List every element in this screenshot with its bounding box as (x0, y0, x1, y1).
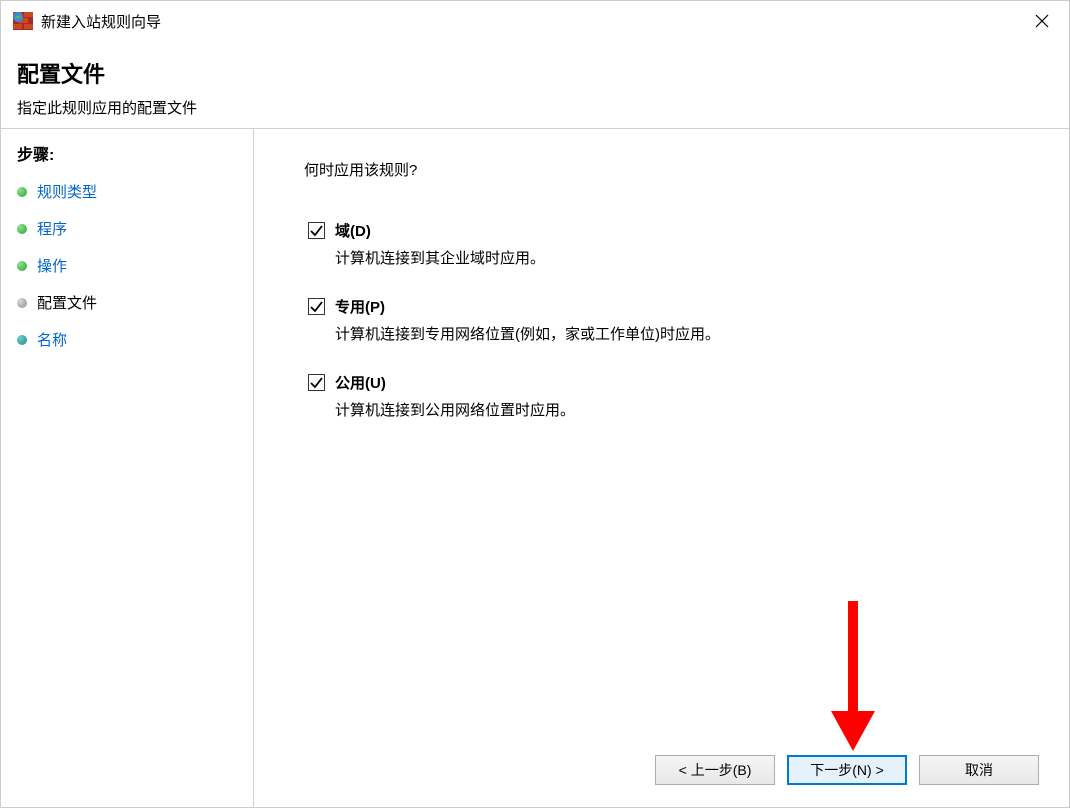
checkbox-row: 公用(U) (308, 372, 1039, 393)
step-action[interactable]: 操作 (1, 247, 253, 284)
checkbox-group-domain: 域(D) 计算机连接到其企业域时应用。 (304, 220, 1039, 268)
sidebar-header: 步骤: (1, 141, 253, 173)
cancel-button[interactable]: 取消 (919, 755, 1039, 785)
checkbox-desc: 计算机连接到其企业域时应用。 (308, 247, 1039, 268)
checkbox-row: 域(D) (308, 220, 1039, 241)
checkbox-private[interactable] (308, 298, 325, 315)
checkbox-desc: 计算机连接到专用网络位置(例如，家或工作单位)时应用。 (308, 323, 1039, 344)
page-title: 配置文件 (17, 57, 1053, 89)
bullet-icon (17, 187, 27, 197)
step-label: 配置文件 (37, 292, 97, 313)
close-icon (1035, 14, 1049, 28)
checkbox-row: 专用(P) (308, 296, 1039, 317)
step-profile[interactable]: 配置文件 (1, 284, 253, 321)
step-program[interactable]: 程序 (1, 210, 253, 247)
checkbox-group-private: 专用(P) 计算机连接到专用网络位置(例如，家或工作单位)时应用。 (304, 296, 1039, 344)
check-icon (310, 376, 323, 389)
step-label: 名称 (37, 329, 67, 350)
prompt-text: 何时应用该规则? (304, 159, 1039, 180)
wizard-window: 新建入站规则向导 配置文件 指定此规则应用的配置文件 步骤: 规则类型 程序 (0, 0, 1070, 808)
header-section: 配置文件 指定此规则应用的配置文件 (1, 41, 1069, 128)
step-name[interactable]: 名称 (1, 321, 253, 358)
button-row: < 上一步(B) 下一步(N) > 取消 (655, 755, 1039, 785)
main-panel: 何时应用该规则? 域(D) 计算机连接到其企业域时应用。 专用(P) (254, 129, 1069, 807)
back-button[interactable]: < 上一步(B) (655, 755, 775, 785)
bullet-icon (17, 261, 27, 271)
step-list: 规则类型 程序 操作 配置文件 名称 (1, 173, 253, 358)
step-rule-type[interactable]: 规则类型 (1, 173, 253, 210)
checkbox-domain[interactable] (308, 222, 325, 239)
checkbox-group-public: 公用(U) 计算机连接到公用网络位置时应用。 (304, 372, 1039, 420)
close-button[interactable] (1019, 5, 1065, 37)
bullet-icon (17, 335, 27, 345)
content-area: 步骤: 规则类型 程序 操作 配置文件 (1, 129, 1069, 807)
check-icon (310, 300, 323, 313)
firewall-icon (13, 12, 33, 30)
titlebar: 新建入站规则向导 (1, 1, 1069, 41)
page-subtitle: 指定此规则应用的配置文件 (17, 97, 1053, 118)
checkbox-label: 域(D) (335, 220, 371, 241)
step-label: 规则类型 (37, 181, 97, 202)
checkbox-label: 专用(P) (335, 296, 385, 317)
sidebar: 步骤: 规则类型 程序 操作 配置文件 (1, 129, 254, 807)
checkbox-label: 公用(U) (335, 372, 386, 393)
checkbox-public[interactable] (308, 374, 325, 391)
checkbox-desc: 计算机连接到公用网络位置时应用。 (308, 399, 1039, 420)
bullet-icon (17, 224, 27, 234)
check-icon (310, 224, 323, 237)
step-label: 操作 (37, 255, 67, 276)
next-button[interactable]: 下一步(N) > (787, 755, 907, 785)
step-label: 程序 (37, 218, 67, 239)
window-title: 新建入站规则向导 (41, 11, 1019, 32)
bullet-icon (17, 298, 27, 308)
